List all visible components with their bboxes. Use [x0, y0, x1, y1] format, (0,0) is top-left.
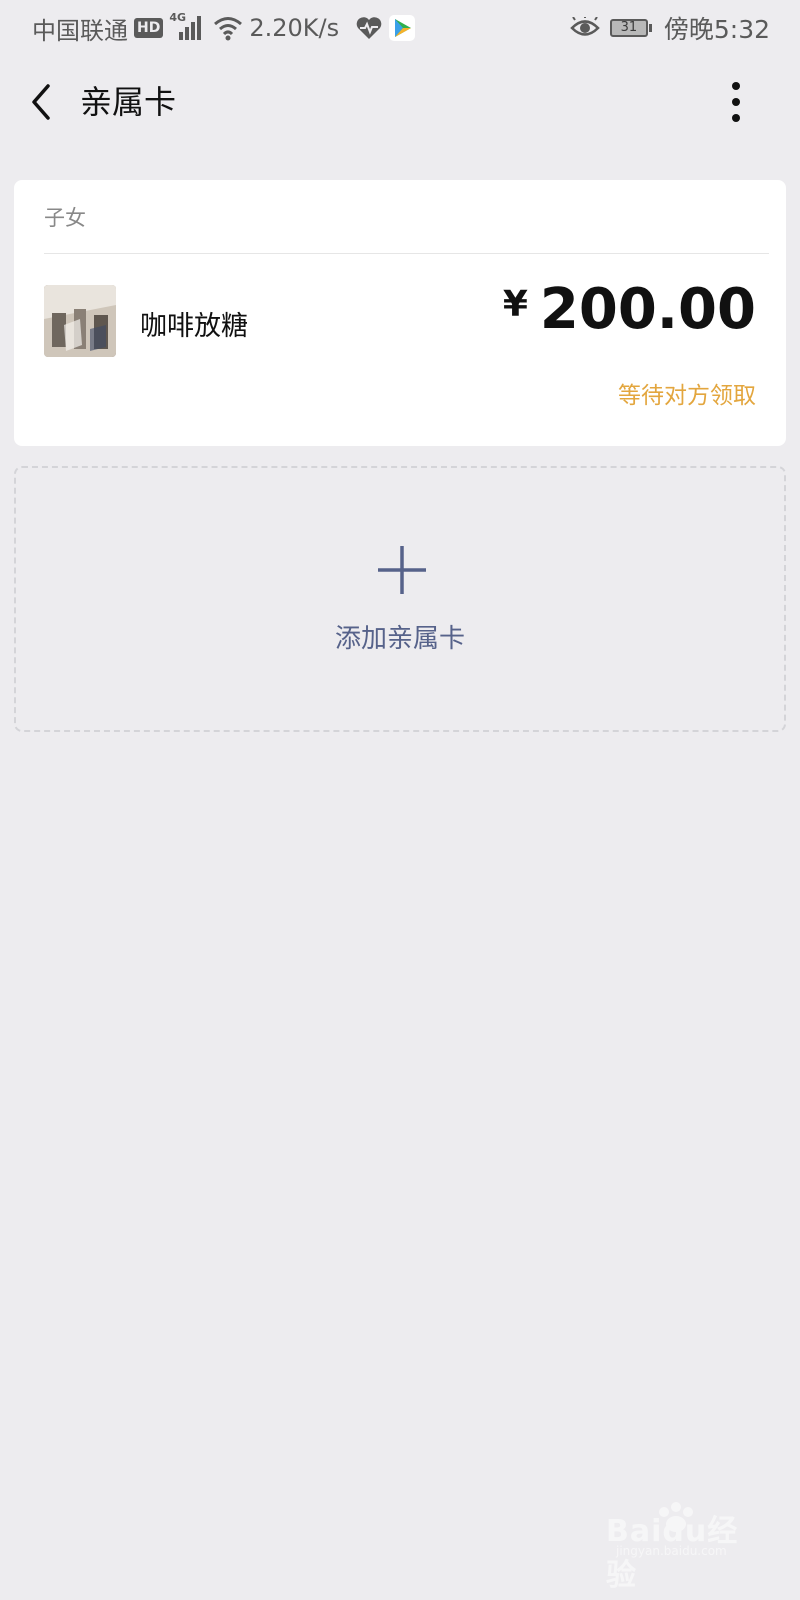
add-family-card-label: 添加亲属卡	[334, 624, 465, 654]
status-bar: 中国联通 HD 4G 2.20K/s 31 傍晚5:32	[0, 0, 800, 56]
divider	[44, 253, 769, 254]
more-button[interactable]	[722, 78, 750, 130]
plus-icon	[378, 546, 426, 594]
card-amount: ¥ 200.00	[503, 278, 756, 342]
back-button[interactable]	[22, 78, 62, 126]
status-bar-right: 31 傍晚5:32	[570, 10, 770, 46]
network-type-label: 4G	[169, 11, 187, 24]
amount-value: 200.00	[539, 277, 756, 342]
chevron-left-icon	[32, 84, 50, 120]
network-speed: 2.20K/s	[249, 14, 340, 42]
page-title: 亲属卡	[80, 83, 177, 121]
more-vertical-icon	[732, 82, 740, 122]
family-card[interactable]: 子女 咖啡放糖 ¥ 200.00 等待对方领取	[14, 180, 786, 446]
card-category: 子女	[44, 206, 86, 230]
card-holder-name: 咖啡放糖	[140, 311, 248, 342]
watermark-sub: jingyan.baidu.com	[616, 1544, 727, 1558]
wifi-icon	[214, 17, 243, 41]
card-status: 等待对方领取	[618, 383, 756, 409]
health-heart-icon	[356, 17, 382, 39]
video-app-icon	[389, 15, 416, 41]
signal-icon: 4G	[169, 11, 207, 42]
add-family-card-button[interactable]: 添加亲属卡	[14, 466, 786, 732]
avatar	[44, 285, 116, 357]
status-bar-left: 中国联通 HD 4G 2.20K/s	[32, 10, 416, 46]
battery-icon: 31	[609, 19, 652, 37]
avatar-image	[44, 285, 116, 357]
carrier-label: 中国联通	[32, 16, 128, 45]
screen: 中国联通 HD 4G 2.20K/s 31 傍晚5:32 亲属卡 子女 咖啡放糖…	[0, 0, 800, 1600]
currency-symbol: ¥	[502, 284, 528, 325]
hd-icon: HD	[134, 18, 164, 38]
clock: 傍晚5:32	[663, 15, 770, 44]
watermark-logo: Baidu经验 jingyan.baidu.com	[606, 1502, 756, 1593]
eye-comfort-icon	[570, 17, 600, 36]
nav-bar: 亲属卡	[0, 56, 800, 152]
